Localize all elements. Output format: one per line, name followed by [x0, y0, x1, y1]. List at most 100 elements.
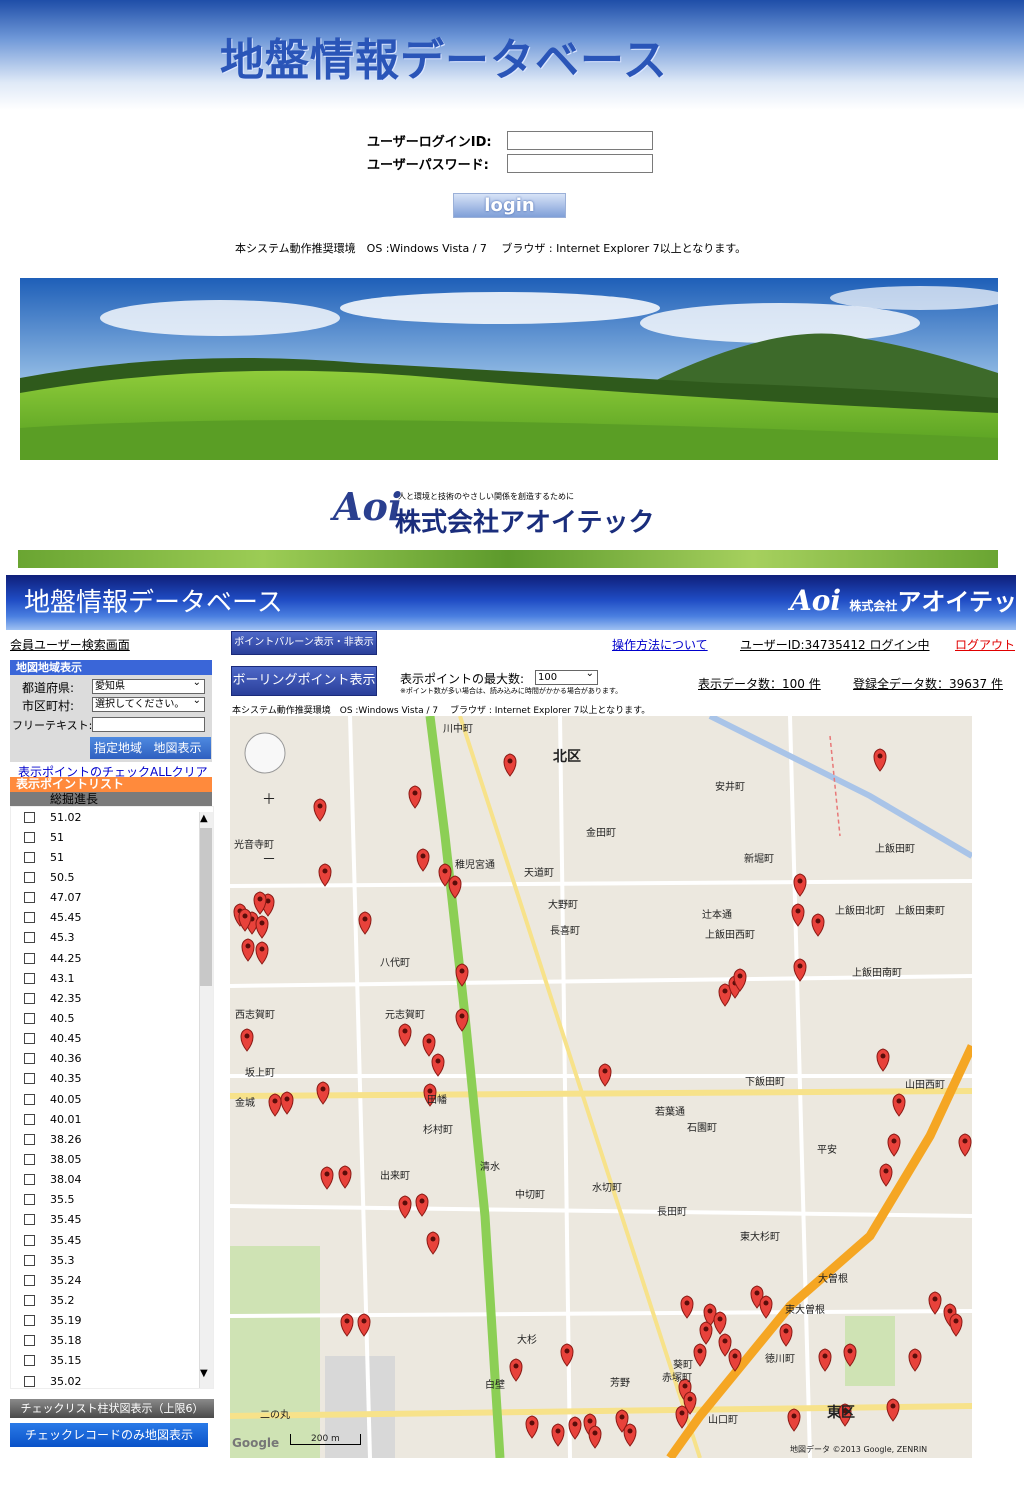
- point-list-row: 47.07: [11, 888, 213, 908]
- map-scale: 200 m: [290, 1434, 361, 1445]
- point-depth-value: 42.35: [50, 991, 82, 1005]
- city-select[interactable]: 選択してください。: [92, 694, 205, 712]
- point-depth-value: 35.18: [50, 1334, 82, 1348]
- login-id-label: ユーザーログインID:: [367, 135, 492, 150]
- point-checkbox[interactable]: [24, 1214, 35, 1226]
- point-checkbox[interactable]: [24, 952, 35, 964]
- map-display-button[interactable]: 地図表示: [153, 741, 201, 755]
- scroll-up-icon[interactable]: ▲: [200, 813, 208, 824]
- map-pin-dot: [912, 1353, 918, 1359]
- map-label: 白壁: [485, 1380, 505, 1391]
- checked-list-column-button[interactable]: チェックリスト柱状図表示（上限6）: [10, 1399, 214, 1418]
- point-checkbox[interactable]: [24, 831, 35, 843]
- point-checkbox[interactable]: [24, 1073, 35, 1085]
- point-checkbox[interactable]: [24, 932, 35, 944]
- point-depth-value: 40.05: [50, 1092, 82, 1106]
- map-pin-dot: [435, 1058, 441, 1064]
- checked-records-map-button[interactable]: チェックレコードのみ地図表示: [10, 1423, 208, 1447]
- boring-points-button[interactable]: ボーリングポイント表示: [231, 666, 377, 696]
- prefecture-select[interactable]: 愛知県: [92, 676, 205, 694]
- region-filter-button[interactable]: 指定地域: [94, 741, 142, 755]
- map-label: 山田西町: [905, 1080, 945, 1091]
- map-label: 金城: [235, 1098, 255, 1109]
- point-checkbox[interactable]: [24, 972, 35, 984]
- point-checkbox[interactable]: [24, 1294, 35, 1306]
- map-label: 長田町: [657, 1207, 687, 1218]
- point-list-row: 35.2: [11, 1290, 213, 1310]
- map-pin-dot: [420, 853, 426, 859]
- map-pin-dot: [245, 943, 251, 949]
- zoom-out-icon[interactable]: －: [262, 849, 276, 869]
- point-checkbox[interactable]: [24, 871, 35, 883]
- scrollbar-thumb[interactable]: [200, 828, 212, 986]
- login-password-input[interactable]: [507, 154, 653, 173]
- point-depth-value: 35.45: [50, 1233, 82, 1247]
- point-checkbox[interactable]: [24, 1375, 35, 1387]
- point-checkbox[interactable]: [24, 811, 35, 823]
- point-checkbox[interactable]: [24, 1355, 35, 1367]
- login-button[interactable]: login: [453, 193, 566, 218]
- app-logo-mark: Aoi: [790, 584, 842, 617]
- map-label: 天道町: [524, 868, 554, 879]
- map-label: 金田町: [586, 828, 616, 839]
- point-checkbox[interactable]: [24, 1335, 35, 1347]
- point-checkbox[interactable]: [24, 1093, 35, 1105]
- logout-link[interactable]: ログアウト: [955, 636, 1015, 653]
- point-list-row: 35.3: [11, 1250, 213, 1270]
- map-pin-dot: [272, 1098, 278, 1104]
- point-checkbox[interactable]: [24, 1234, 35, 1246]
- point-depth-value: 47.07: [50, 891, 82, 905]
- map-pin-dot: [891, 1138, 897, 1144]
- point-checkbox[interactable]: [24, 1012, 35, 1024]
- map-copyright: 地図データ ©2013 Google, ZENRIN: [790, 1445, 928, 1454]
- point-checkbox[interactable]: [24, 1274, 35, 1286]
- map-view[interactable]: 北区 東区 八代町 元志賀町 安井町 上飯田町 大曽根 徳川町 山口町 葵町 清…: [230, 716, 972, 1458]
- map-pin-dot: [322, 868, 328, 874]
- howto-link[interactable]: 操作方法について: [612, 636, 708, 653]
- max-points-select[interactable]: 100: [535, 667, 598, 685]
- zoom-in-icon[interactable]: ＋: [262, 789, 276, 809]
- point-checkbox[interactable]: [24, 1153, 35, 1165]
- point-checkbox[interactable]: [24, 1133, 35, 1145]
- map-label: 西志賀町: [235, 1010, 275, 1021]
- point-checkbox[interactable]: [24, 1113, 35, 1125]
- app-company-logo: Aoi 株式会社アオイテック: [790, 582, 1024, 617]
- map-label: 大曽根: [818, 1274, 848, 1285]
- point-list-row: 45.3: [11, 928, 213, 948]
- point-depth-value: 40.35: [50, 1072, 82, 1086]
- balloon-toggle-button[interactable]: ポイントバルーン表示・非表示: [231, 631, 377, 655]
- point-depth-value: 51: [50, 830, 64, 844]
- point-checkbox[interactable]: [24, 892, 35, 904]
- point-checkbox[interactable]: [24, 1053, 35, 1065]
- company-logo-mark: Aoi: [333, 484, 403, 529]
- map-pin-dot: [883, 1168, 889, 1174]
- map-label: 水切町: [592, 1183, 622, 1194]
- map-label: 長喜町: [550, 926, 580, 937]
- free-text-input[interactable]: [92, 717, 205, 732]
- point-list-row: 35.15: [11, 1351, 213, 1371]
- point-list-row: 35.45: [11, 1230, 213, 1250]
- total-count: 登録全データ数：39637 件: [853, 677, 1003, 691]
- map-pin-dot: [703, 1326, 709, 1332]
- company-name: 株式会社アオイテック: [395, 508, 655, 538]
- map-pin-dot: [953, 1318, 959, 1324]
- point-list-row: 51: [11, 827, 213, 847]
- login-id-input[interactable]: [507, 131, 653, 150]
- point-checkbox[interactable]: [24, 1174, 35, 1186]
- point-list: 51.02 51 51 50.5 47.07 45.45 45.3 44.25 43.1 42.3…: [10, 806, 214, 1389]
- display-count: 表示データ数：100 件: [698, 677, 821, 691]
- point-checkbox[interactable]: [24, 851, 35, 863]
- scroll-down-icon[interactable]: ▼: [200, 1368, 208, 1379]
- point-checkbox[interactable]: [24, 1254, 35, 1266]
- map-label: 赤塚町: [662, 1373, 692, 1384]
- point-list-row: 45.45: [11, 908, 213, 928]
- point-checkbox[interactable]: [24, 1194, 35, 1206]
- map-pin-dot: [815, 918, 821, 924]
- map-pin-dot: [564, 1348, 570, 1354]
- map-pin-dot: [459, 968, 465, 974]
- point-checkbox[interactable]: [24, 1033, 35, 1045]
- point-checkbox[interactable]: [24, 992, 35, 1004]
- point-checkbox[interactable]: [24, 1315, 35, 1327]
- point-list-row: 40.45: [11, 1029, 213, 1049]
- point-checkbox[interactable]: [24, 912, 35, 924]
